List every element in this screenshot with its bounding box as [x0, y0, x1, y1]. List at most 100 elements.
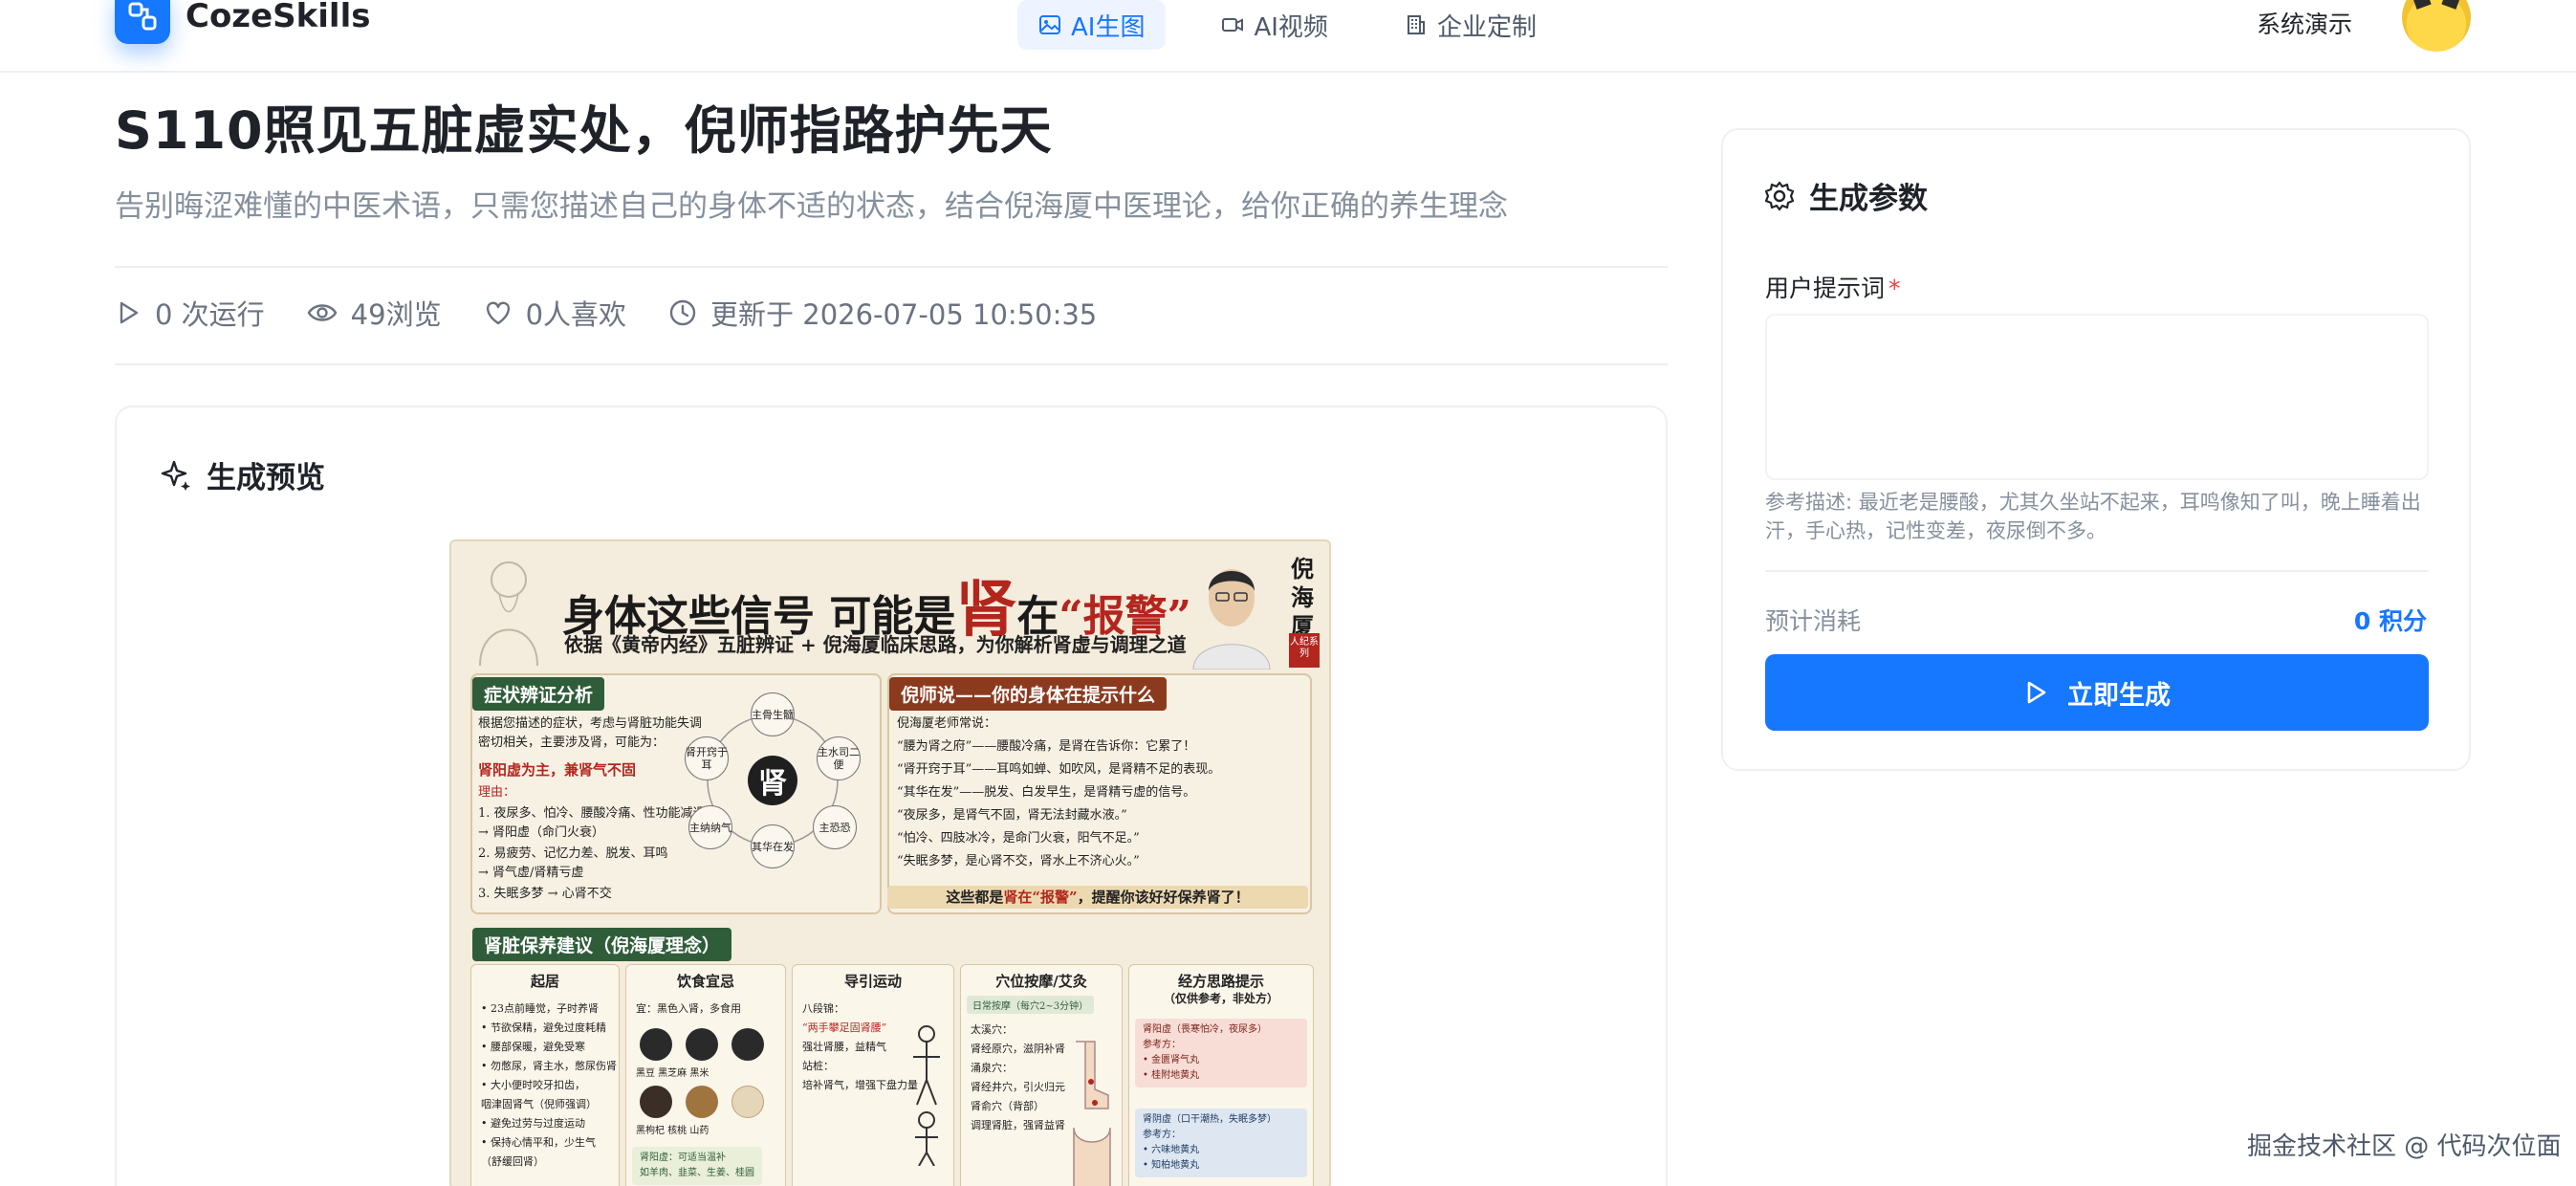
poster-diet-note-2: 如羊肉、韭菜、生姜、桂圆 [640, 1168, 754, 1178]
generated-poster-image[interactable]: 身体这些信号 可能是肾在“报警” 依据《黄帝内经》五脏辨证 + 倪海厦临床思路，… [449, 539, 1331, 1186]
poster-quote-6: “失眠多梦，是心肾不交，肾水上不济心火。” [897, 854, 1140, 868]
list-item: • 保持心情平和，少生气 [481, 1136, 596, 1149]
poster-left-point-1: 1. 夜尿多、怕冷、腰酸冷痛、性功能减退 [478, 806, 706, 821]
list-item: 肾经原穴，滋阴补肾 [971, 1043, 1065, 1055]
list-item: • 大小便时咬牙扣齿， [481, 1079, 585, 1091]
list-item: 肾阳虚（畏寒怕冷，夜尿多） [1143, 1024, 1267, 1035]
list-item: 肾阴虚（口干潮热，失眠多梦） [1143, 1114, 1277, 1125]
poster-left-point-5: 3. 失眠多梦 → 心肾不交 [478, 887, 612, 901]
diagram-node-2: 主水司二便 [817, 736, 861, 780]
poster-col-exercise-list: 八段锦： “两手攀足固肾腰” 强壮肾腰，益精气 站桩： 培补肾气，增强下盘力量 [802, 999, 918, 1095]
play-icon [2027, 681, 2046, 704]
list-item: • 知柏地黄丸 [1143, 1160, 1200, 1171]
black-sesame-icon [686, 1028, 718, 1061]
walnut-icon [686, 1086, 718, 1118]
diagram-node-4: 其华在发 [751, 824, 795, 868]
nav-ai-video[interactable]: AI视频 [1200, 0, 1348, 50]
generate-button-label: 立即生成 [2067, 680, 2171, 710]
poster-col-diet-list: 宜：黑色入肾，多食用 [636, 999, 741, 1019]
user-label[interactable]: 系统演示 [2257, 6, 2352, 40]
params-card: 生成参数 用户提示词 * 参考描述: 最近老是腰酸，尤其久坐站不起来，耳鸣像知了叫… [1721, 128, 2471, 771]
poster-col-diet-row2: 黑枸杞 核桃 山药 [636, 1126, 709, 1136]
gear-icon [1764, 181, 1795, 210]
poster-left-intro-1: 根据您描述的症状，考虑与肾脏功能失调 [478, 716, 703, 731]
poster-col-exercise: 导引运动 八段锦： “两手攀足固肾腰” 强壮肾腰，益精气 站桩： 培补肾气，增强… [792, 964, 954, 1186]
list-item: • 桂附地黄丸 [1143, 1070, 1200, 1081]
prompt-field-label: 用户提示词 * [1765, 270, 1901, 304]
nav-ai-video-label: AI视频 [1254, 12, 1328, 42]
poster-left-tag: 症状辨证分析 [472, 677, 605, 711]
poster-col-diet: 饮食宜忌 宜：黑色入肾，多食用 黑豆 黑芝麻 黑米 黑枸杞 核桃 山药 肾阳虚：… [625, 964, 786, 1186]
stat-updated: 更新于 2026-07-05 10:50:35 [668, 293, 1097, 333]
poster-left-point-3: 2. 易疲劳、记忆力差、脱发、耳鸣 [478, 846, 668, 861]
list-item: • 避免过劳与过度运动 [481, 1117, 585, 1130]
nav-ai-image[interactable]: AI生图 [1017, 0, 1167, 50]
list-item: 调理肾脏，强肾益肾 [971, 1119, 1065, 1131]
poster-author-name: 倪海厦 [1291, 555, 1314, 640]
poster-subline: 依据《黄帝内经》五脏辨证 + 倪海厦临床思路，为你解析肾虚与调理之道 [564, 633, 1187, 656]
poster-quote-4: “夜尿多，是肾气不固，肾无法封藏水液。” [897, 808, 1127, 823]
prompt-field-label-text: 用户提示词 [1765, 275, 1886, 302]
poster-col-lifestyle-list: • 23点前睡觉，子时养肾 • 节欲保精，避免过度耗精 • 腰部保暖，避免受寒 … [481, 999, 617, 1172]
clock-icon [669, 299, 696, 326]
brand-logo[interactable]: CozeSkills [115, 0, 370, 44]
sparkle-icon [161, 460, 190, 491]
stat-likes-text: 0人喜欢 [525, 298, 627, 331]
poster-left-point-2: → 肾阳虚（命门火衰） [478, 825, 605, 840]
required-mark: * [1888, 275, 1901, 302]
poster-col-diet-title: 饮食宜忌 [676, 973, 734, 990]
list-item: • 腰部保暖，避免受寒 [481, 1041, 585, 1053]
nav-enterprise-label: 企业定制 [1436, 12, 1537, 42]
list-item: 涌泉穴： [971, 1062, 1013, 1074]
params-heading: 生成参数 [1763, 174, 1928, 217]
diagram-node-5: 主纳纳气 [688, 805, 732, 849]
preview-heading-text: 生成预览 [207, 461, 325, 495]
list-item: （舒缓回肾） [481, 1155, 544, 1168]
list-item: 参考方： [1143, 1130, 1181, 1140]
generate-button[interactable]: 立即生成 [1765, 654, 2429, 731]
poster-quote-1: “腰为肾之府”——腰酸冷痛，是肾在告诉你：它累了！ [897, 739, 1196, 754]
stat-runs: 0 次运行 [115, 293, 265, 333]
poster-col-acupoint-title: 穴位按摩/艾灸 [995, 973, 1087, 990]
stats-bar: 0 次运行 49浏览 0人喜欢 更新于 2026-07-05 10:50:35 [115, 293, 1139, 333]
poster-banner-red: 肾在“报警” [1003, 889, 1078, 906]
list-item: 站桩： [802, 1060, 834, 1072]
stat-updated-text: 更新于 2026-07-05 10:50:35 [710, 298, 1098, 331]
poster-left-intro-2: 密切相关，主要涉及肾，可能为： [478, 736, 666, 750]
brand-name: CozeSkills [186, 0, 371, 35]
yam-icon [731, 1086, 764, 1118]
stat-likes[interactable]: 0人喜欢 [484, 293, 626, 333]
black-rice-icon [731, 1028, 764, 1061]
poster-banner-a: 这些都是 [946, 889, 1004, 906]
list-item: • 金匮肾气丸 [1143, 1055, 1200, 1065]
poster-formula-box-yin: 肾阴虚（口干潮热，失眠多梦） 参考方： • 六味地黄丸 • 知柏地黄丸 [1135, 1109, 1307, 1177]
list-item: 参考方： [1143, 1040, 1181, 1050]
poster-col-acupoint-list: 太溪穴： 肾经原穴，滋阴补肾 涌泉穴： 肾经井穴，引火归元 肾俞穴（背部） 调理… [971, 1021, 1065, 1135]
prompt-input[interactable] [1765, 314, 2429, 480]
list-item: 肾俞穴（背部） [971, 1100, 1044, 1112]
goji-icon [640, 1086, 672, 1118]
params-divider [1765, 570, 2429, 572]
user-avatar[interactable] [2402, 0, 2471, 52]
nav-enterprise[interactable]: 企业定制 [1384, 0, 1558, 50]
poster-diet-note-1: 肾阳虚：可适当温补 [640, 1153, 726, 1163]
list-item: • 节欲保精，避免过度耗精 [481, 1021, 606, 1034]
list-item: • 勿憋尿，肾主水，憋尿伤肾 [481, 1060, 617, 1072]
divider-bottom [115, 363, 1668, 365]
stat-runs-text: 0 次运行 [155, 298, 265, 331]
poster-bottom-tag: 肾脏保养建议（倪海厦理念） [472, 928, 732, 961]
list-item: • 六味地黄丸 [1143, 1145, 1200, 1155]
poster-seal: 人纪系列 [1289, 633, 1320, 668]
list-item: 咽津固肾气（倪师强调） [481, 1098, 597, 1110]
params-heading-text: 生成参数 [1809, 182, 1928, 216]
list-item: 强壮肾腰，益精气 [802, 1041, 886, 1053]
eye-icon [307, 304, 338, 321]
poster-col-diet-row1: 黑豆 黑芝麻 黑米 [636, 1068, 709, 1079]
poster-col-lifestyle-title: 起居 [530, 973, 559, 990]
poster-diet-note: 肾阳虚：可适当温补 如羊肉、韭菜、生姜、桂圆 [632, 1147, 762, 1185]
kidney-diagram: 肾 主骨生髓 主水司二便 主恐恐 其华在发 主纳纳气 肾开窍于耳 [685, 692, 861, 868]
watermark: 掘金技术社区 @ 代码次位面 [2247, 1132, 2562, 1161]
poster-left-point-4: → 肾气虚/肾精亏虚 [478, 866, 584, 880]
portrait-icon [1192, 569, 1271, 670]
logo-mark-icon [115, 0, 170, 44]
